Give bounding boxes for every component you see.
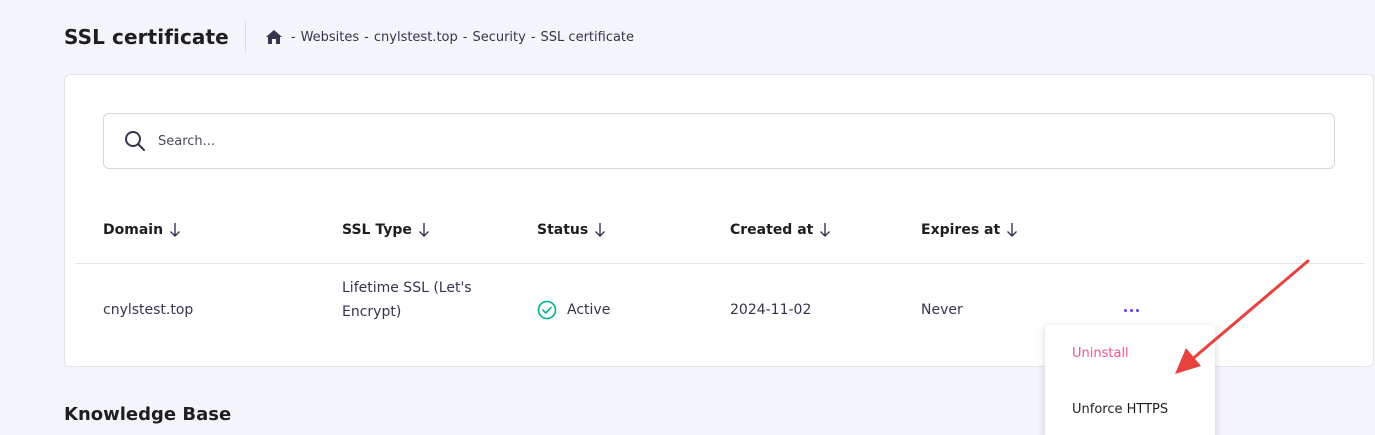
cell-domain: cnylstest.top <box>103 302 194 318</box>
check-circle-icon <box>537 300 557 320</box>
arrow-down-icon <box>594 222 606 238</box>
more-actions-button[interactable] <box>1117 298 1145 322</box>
menu-item-uninstall[interactable]: Uninstall <box>1072 346 1129 361</box>
breadcrumb-security[interactable]: Security <box>472 30 525 45</box>
breadcrumb-separator: - <box>364 29 369 45</box>
page-header: SSL certificate - Websites - cnylstest.t… <box>64 20 634 54</box>
home-icon[interactable] <box>265 30 282 44</box>
arrow-down-icon <box>418 222 430 238</box>
column-header-label: Created at <box>730 222 814 238</box>
menu-item-unforce-https[interactable]: Unforce HTTPS <box>1072 402 1168 417</box>
column-header-label: Domain <box>103 222 164 238</box>
cell-status: Active <box>537 300 610 320</box>
header-divider <box>244 21 246 53</box>
ssl-certificate-page: SSL certificate - Websites - cnylstest.t… <box>0 0 1375 435</box>
column-header-ssl-type[interactable]: SSL Type <box>342 215 430 245</box>
breadcrumb-separator: - <box>462 29 468 45</box>
breadcrumb: - Websites - cnylstest.top - Security - … <box>265 29 635 45</box>
column-header-status[interactable]: Status <box>537 215 606 245</box>
breadcrumb-websites[interactable]: Websites <box>301 30 360 45</box>
actions-dropdown-menu: Uninstall Unforce HTTPS <box>1045 325 1215 435</box>
cell-ssl-type-line2: Encrypt) <box>342 304 402 320</box>
search-box[interactable] <box>103 113 1335 169</box>
column-header-label: SSL Type <box>342 222 412 238</box>
column-header-expires-at[interactable]: Expires at <box>921 215 1018 245</box>
breadcrumb-separator: - <box>290 29 296 45</box>
status-text: Active <box>567 302 611 318</box>
page-title: SSL certificate <box>64 25 229 49</box>
column-header-label: Status <box>537 222 589 238</box>
breadcrumb-separator: - <box>530 29 536 45</box>
cell-ssl-type-line1: Lifetime SSL (Let's <box>342 280 472 296</box>
cell-expires-at: Never <box>921 302 963 318</box>
arrow-down-icon <box>1006 222 1018 238</box>
arrow-down-icon <box>169 222 181 238</box>
knowledge-base-title: Knowledge Base <box>64 404 232 425</box>
cell-created-at: 2024-11-02 <box>730 302 812 318</box>
cell-ssl-type: Lifetime SSL (Let's Encrypt) <box>342 276 512 324</box>
more-horizontal-icon <box>1122 308 1140 312</box>
arrow-down-icon <box>819 222 831 238</box>
breadcrumb-ssl-certificate: SSL certificate <box>540 29 635 45</box>
table-header: Domain SSL Type Status Created at Expire… <box>65 215 1365 263</box>
search-icon <box>124 130 146 152</box>
search-input[interactable] <box>156 125 1334 157</box>
column-header-created-at[interactable]: Created at <box>730 215 831 245</box>
ssl-card: Domain SSL Type Status Created at <box>64 74 1374 367</box>
column-header-label: Expires at <box>921 222 1001 238</box>
column-header-domain[interactable]: Domain <box>103 215 181 245</box>
breadcrumb-domain[interactable]: cnylstest.top <box>374 30 458 45</box>
